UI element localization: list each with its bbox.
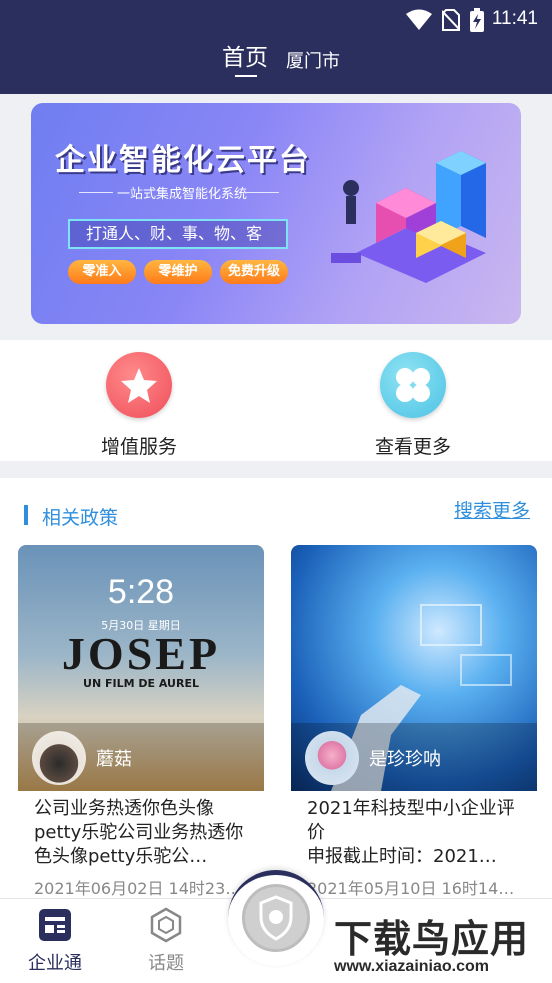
top-bar: 11:41 首页 厦门市 [0,0,552,94]
tab-enterprise[interactable]: 企业通 [20,899,90,975]
watermark-title: 下载鸟应用 [334,917,530,961]
author-name: 是珍珍呐 [369,749,441,770]
banner-subtitle: 一站式集成智能化系统 [117,187,248,202]
status-icons [406,8,484,32]
tab-label: 话题 [148,953,184,974]
city-selector[interactable]: 厦门市 [286,47,340,73]
center-action-button[interactable] [228,870,324,966]
promo-banner[interactable]: 企业智能化云平台 一站式集成智能化系统 打通人、财、事、物、客 零准入 零维护 … [31,103,521,324]
divider [245,192,279,193]
no-sim-icon [442,9,460,31]
card-date: 2021年05月10日 16时14… [307,879,515,898]
tab-topics[interactable]: 话题 [131,899,201,975]
banner-pill: 零维护 [144,260,212,284]
quick-actions: 增值服务 查看更多 [0,340,552,461]
section-title: 相关政策 [42,507,119,529]
search-more-link[interactable]: 搜索更多 [454,496,530,523]
poster-time: 5:28 [107,573,175,611]
value-added-services-button[interactable]: 增值服务 [64,352,214,459]
watermark-url: www.xiazainiao.com [334,958,490,975]
view-more-button[interactable]: 查看更多 [338,352,488,459]
banner-pill: 零准入 [68,260,136,284]
card-image: 是珍珍呐 [291,545,537,791]
wifi-icon [406,9,432,30]
battery-charging-icon [470,8,484,32]
section-marker [24,505,28,525]
newspaper-icon [37,907,73,943]
banner-slogan: 打通人、财、事、物、客 [68,219,288,249]
isometric-city-illustration [331,151,486,283]
topic-hexagon-icon [148,907,184,943]
policy-card[interactable]: 是珍珍呐 2021年科技型中小企业评价 申报截止时间：2021… 2021年05… [291,545,537,900]
tab-label: 企业通 [28,953,82,974]
policy-section: 相关政策 搜索更多 5:28 5月30日 星期日 JOSEP UN FILM D… [0,478,552,898]
status-time: 11:41 [491,8,538,29]
card-image: 5:28 5月30日 星期日 JOSEP UN FILM DE AUREL 蘑菇 [18,545,264,791]
avatar [32,731,86,785]
emblem-icon [242,884,310,952]
card-date: 2021年06月02日 14时23… [34,879,242,898]
nav-tab-home[interactable]: 首页 [222,38,268,72]
card-title: 2021年科技型中小企业评价 申报截止时间：2021… [307,798,515,867]
value-added-services-label: 增值服务 [100,436,177,458]
watermark: 下载鸟应用 www.xiazainiao.com [328,906,550,981]
policy-card[interactable]: 5:28 5月30日 星期日 JOSEP UN FILM DE AUREL 蘑菇… [18,545,264,900]
avatar [305,731,359,785]
poster-subtitle: UN FILM DE AUREL [83,677,199,690]
author-name: 蘑菇 [96,749,132,770]
star-icon [106,352,172,418]
nav-tab-indicator [235,75,257,77]
card-title: 公司业务热透你色头像petty乐驼公司业务热透你色头像petty乐驼公… [34,798,244,867]
view-more-label: 查看更多 [374,436,451,458]
four-dots-icon [380,352,446,418]
banner-title: 企业智能化云平台 [55,143,311,178]
banner-pill: 免费升级 [220,260,288,284]
divider [79,192,113,193]
poster-title: JOSEP [61,628,221,679]
